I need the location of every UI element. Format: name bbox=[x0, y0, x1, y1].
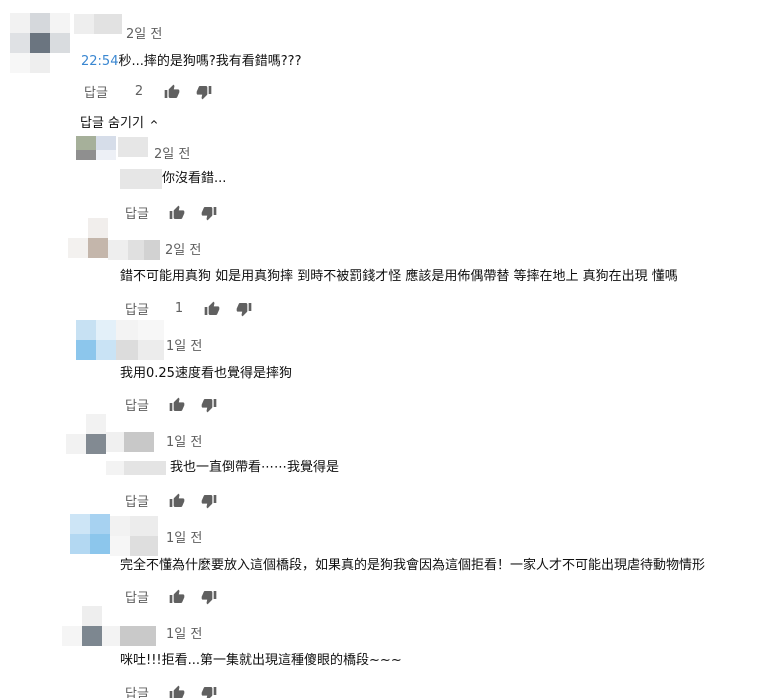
thumb-down-icon[interactable] bbox=[201, 493, 217, 509]
author-name-blurred[interactable] bbox=[106, 432, 154, 452]
thumb-down-icon[interactable] bbox=[201, 205, 217, 221]
reply-button[interactable]: 답글 bbox=[125, 203, 149, 222]
comment-actions: 답글 bbox=[125, 587, 217, 606]
avatar[interactable] bbox=[66, 414, 106, 454]
thumb-down-icon[interactable] bbox=[201, 589, 217, 605]
comment-actions: 답글 bbox=[125, 203, 217, 222]
thumb-up-icon[interactable] bbox=[164, 84, 180, 100]
thumb-up-icon[interactable] bbox=[169, 589, 185, 605]
like-count: 2 bbox=[134, 84, 144, 99]
reply-button[interactable]: 답글 bbox=[125, 491, 149, 510]
thumb-up-icon[interactable] bbox=[169, 493, 185, 509]
comment-time: 1일 전 bbox=[166, 339, 203, 354]
hide-replies-button[interactable]: 답글 숨기기 bbox=[80, 112, 160, 131]
comment-body: 秒...摔的是狗嗎?我有看錯嗎??? bbox=[118, 54, 302, 69]
comment-text: 22:54秒...摔的是狗嗎?我有看錯嗎??? bbox=[81, 50, 301, 69]
comment-time: 2일 전 bbox=[126, 27, 163, 42]
comment-text: 錯不可能用真狗 如是用真狗摔 到時不被罰錢才怪 應該是用佈偶帶替 等摔在地上 真… bbox=[120, 269, 678, 284]
avatar[interactable] bbox=[10, 13, 70, 73]
comment-text: 完全不懂為什麼要放入這個橋段，如果真的是狗我會因為這個拒看！一家人才不可能出現虐… bbox=[120, 558, 706, 573]
comment-actions: 답글 bbox=[125, 395, 217, 414]
thumb-up-icon[interactable] bbox=[169, 205, 185, 221]
comment-actions: 답글 2 bbox=[84, 82, 212, 101]
chevron-up-icon bbox=[150, 119, 157, 124]
author-name-blurred[interactable] bbox=[110, 516, 158, 536]
comment-body: 你沒看錯... bbox=[162, 171, 227, 186]
reply-button[interactable]: 답글 bbox=[125, 395, 149, 414]
author-name-blurred[interactable] bbox=[116, 320, 164, 340]
reply-button[interactable]: 답글 bbox=[84, 82, 108, 101]
reply-button[interactable]: 답글 bbox=[125, 683, 149, 698]
thumb-up-icon[interactable] bbox=[169, 685, 185, 698]
author-name-blurred[interactable] bbox=[118, 137, 148, 157]
avatar[interactable] bbox=[62, 606, 102, 646]
avatar[interactable] bbox=[76, 320, 116, 360]
thumb-up-icon[interactable] bbox=[169, 397, 185, 413]
thumb-up-icon[interactable] bbox=[204, 301, 220, 317]
comment-text: 咪吐!!!拒看...第一集就出現這種傻眼的橋段~~~ bbox=[120, 653, 402, 668]
avatar[interactable] bbox=[76, 136, 116, 160]
comment-time: 2일 전 bbox=[165, 243, 202, 258]
comment-time: 1일 전 bbox=[166, 627, 203, 642]
author-name-blurred[interactable] bbox=[116, 340, 164, 360]
comment-actions: 답글 bbox=[125, 491, 217, 510]
author-name-blurred[interactable] bbox=[102, 626, 156, 646]
comment-time: 1일 전 bbox=[166, 435, 203, 450]
comment-text: 你沒看錯... bbox=[120, 167, 226, 189]
thumb-down-icon[interactable] bbox=[201, 685, 217, 698]
comment-text: 我也一直倒帶看⋯⋯我覺得是 bbox=[106, 456, 339, 475]
comment-time: 1일 전 bbox=[166, 531, 203, 546]
author-name-blurred[interactable] bbox=[74, 14, 122, 34]
timestamp-link[interactable]: 22:54 bbox=[81, 54, 118, 69]
thumb-down-icon[interactable] bbox=[201, 397, 217, 413]
hide-replies-label: 답글 숨기기 bbox=[80, 116, 144, 131]
comment-time: 2일 전 bbox=[154, 147, 191, 162]
reply-button[interactable]: 답글 bbox=[125, 587, 149, 606]
thumb-down-icon[interactable] bbox=[236, 301, 252, 317]
avatar[interactable] bbox=[68, 218, 108, 258]
comment-thread: 2일 전 22:54秒...摔的是狗嗎?我有看錯嗎??? 답글 2 답글 숨기기… bbox=[0, 0, 778, 698]
comment-body: 我也一直倒帶看⋯⋯我覺得是 bbox=[170, 460, 340, 475]
comment-actions: 답글 1 bbox=[125, 299, 252, 318]
comment-text: 我用0.25速度看也覺得是摔狗 bbox=[120, 366, 292, 381]
author-name-blurred[interactable] bbox=[108, 240, 160, 260]
comment-actions: 답글 bbox=[125, 683, 217, 698]
author-name-blurred[interactable] bbox=[110, 536, 158, 556]
avatar[interactable] bbox=[70, 514, 110, 554]
like-count: 1 bbox=[174, 301, 184, 316]
reply-button[interactable]: 답글 bbox=[125, 299, 149, 318]
thumb-down-icon[interactable] bbox=[196, 84, 212, 100]
